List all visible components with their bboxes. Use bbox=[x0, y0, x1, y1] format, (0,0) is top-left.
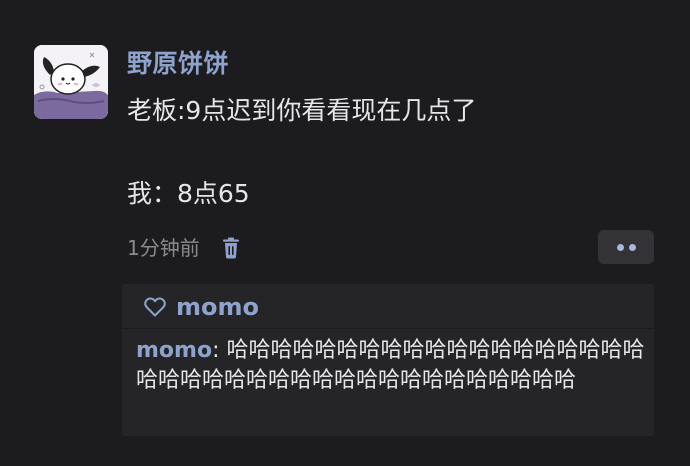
post-content: 老板:9点迟到你看看现在几点了 我：8点65 bbox=[127, 93, 647, 212]
comments-panel: momo momo: 哈哈哈哈哈哈哈哈哈哈哈哈哈哈哈哈哈哈哈哈哈哈哈哈哈哈哈哈哈… bbox=[122, 284, 654, 436]
more-dots-icon[interactable] bbox=[598, 230, 654, 264]
post-line: 老板:9点迟到你看看现在几点了 bbox=[127, 96, 477, 125]
dot bbox=[616, 243, 624, 251]
likes-row: momo bbox=[144, 292, 259, 322]
comment-author[interactable]: momo bbox=[136, 338, 212, 363]
comment-separator: : bbox=[212, 338, 227, 363]
divider bbox=[122, 328, 654, 329]
moment-post: 野原饼饼 老板:9点迟到你看看现在几点了 我：8点65 1分钟前 momo mo… bbox=[0, 0, 690, 466]
comment-item[interactable]: momo: 哈哈哈哈哈哈哈哈哈哈哈哈哈哈哈哈哈哈哈哈哈哈哈哈哈哈哈哈哈哈哈哈哈哈… bbox=[136, 336, 646, 396]
avatar[interactable] bbox=[34, 45, 108, 119]
pochacco-avatar-icon bbox=[34, 45, 108, 119]
post-line-blank bbox=[127, 129, 647, 176]
post-meta: 1分钟前 bbox=[127, 232, 242, 264]
post-timestamp: 1分钟前 bbox=[127, 236, 200, 260]
trash-icon[interactable] bbox=[220, 236, 242, 260]
author-name[interactable]: 野原饼饼 bbox=[127, 48, 229, 80]
dot bbox=[628, 243, 636, 251]
liker-name[interactable]: momo bbox=[176, 292, 259, 322]
heart-outline-icon bbox=[144, 297, 166, 317]
post-line: 我：8点65 bbox=[127, 179, 250, 208]
